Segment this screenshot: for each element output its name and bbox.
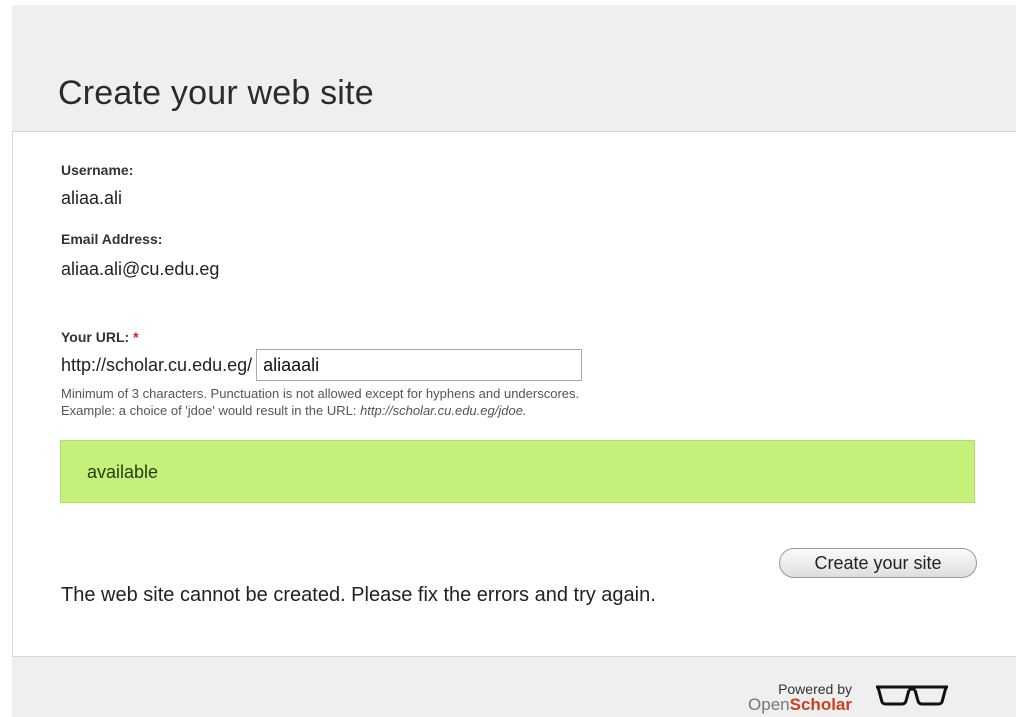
username-value: aliaa.ali xyxy=(61,188,123,208)
username-label: Username: xyxy=(61,162,134,178)
powered-by-openscholar: Powered by OpenScholar xyxy=(742,682,852,714)
page-title: Create your web site xyxy=(58,74,374,112)
url-example-text: Example: a choice of 'jdoe' would result… xyxy=(61,402,527,419)
email-value: aliaa.ali@cu.edu.eg xyxy=(61,259,220,279)
openscholar-logo-text: OpenScholar xyxy=(742,695,852,714)
url-input[interactable] xyxy=(256,349,583,381)
url-label-text: Your URL: xyxy=(61,329,130,345)
email-label: Email Address: xyxy=(61,231,163,247)
glasses-icon xyxy=(876,685,948,706)
footer: Powered by OpenScholar xyxy=(12,657,1016,717)
required-marker: * xyxy=(133,329,139,345)
error-message: The web site cannot be created. Please f… xyxy=(61,584,656,606)
create-site-button[interactable]: Create your site xyxy=(779,548,977,578)
url-prefix: http://scholar.cu.edu.eg/ xyxy=(61,354,253,375)
page: Create your web site Username: aliaa.ali… xyxy=(0,0,1016,717)
url-field-row: http://scholar.cu.edu.eg/ xyxy=(61,349,583,381)
availability-status-text: available xyxy=(87,462,159,482)
brand-open: Open xyxy=(748,695,790,714)
url-example-value: http://scholar.cu.edu.eg/jdoe. xyxy=(360,403,527,418)
brand-scholar: Scholar xyxy=(789,695,852,714)
url-example-prefix: Example: a choice of 'jdoe' would result… xyxy=(61,403,361,418)
create-site-form: Username: aliaa.ali Email Address: aliaa… xyxy=(12,131,1016,657)
availability-status-box: available xyxy=(60,440,975,503)
url-help-text: Minimum of 3 characters. Punctuation is … xyxy=(61,386,580,401)
url-label: Your URL: * xyxy=(61,329,139,345)
